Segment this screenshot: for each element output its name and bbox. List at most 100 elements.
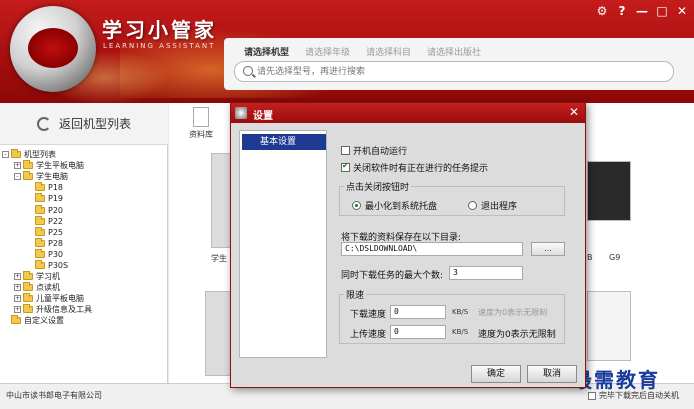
tree-item[interactable]: P25 — [2, 226, 92, 238]
download-speed-hint: 速度为0表示无限制 — [478, 308, 548, 317]
expand-icon[interactable]: + — [14, 162, 21, 170]
device-label: B — [587, 253, 593, 262]
tree-item[interactable]: + 点读机 — [2, 282, 92, 293]
tree-item[interactable]: P30 — [2, 248, 92, 260]
tree-item-label: P25 — [48, 227, 64, 237]
back-button-label: 返回机型列表 — [58, 117, 131, 131]
tree-item[interactable]: + 学生平板电脑 — [2, 160, 92, 171]
upload-speed-hint: 速度为0表示无限制 — [478, 330, 556, 340]
tree-item-label: 学生电脑 — [36, 172, 68, 182]
tree-item[interactable]: + 学习机 — [2, 271, 92, 282]
folder-icon — [11, 149, 21, 159]
collapse-icon[interactable]: - — [14, 173, 21, 181]
refresh-icon — [36, 116, 51, 131]
back-to-model-list-button[interactable]: 返回机型列表 — [0, 103, 168, 145]
tree-item-label: 自定义设置 — [24, 316, 64, 326]
close-prompt-checkbox[interactable] — [341, 161, 350, 172]
download-speed-label: 下载速度 — [350, 310, 387, 320]
upload-speed-unit: KB/S — [452, 328, 469, 336]
tree-item[interactable]: - 机型列表 — [2, 149, 92, 160]
tree-item[interactable]: - 学生电脑 — [2, 171, 92, 182]
maximize-icon[interactable]: □ — [656, 4, 668, 18]
dialog-close-icon[interactable]: ✕ — [569, 105, 579, 119]
autostart-option[interactable]: 开机自动运行 — [341, 144, 407, 157]
folder-icon — [35, 204, 45, 214]
cancel-button[interactable]: 取消 — [527, 365, 577, 383]
tree-item[interactable]: P30S — [2, 259, 92, 271]
app-icon — [235, 107, 247, 119]
document-icon — [193, 107, 209, 127]
tree-item[interactable]: 自定义设置 — [2, 315, 92, 326]
folder-icon — [23, 171, 33, 181]
browse-button[interactable]: ... — [531, 242, 565, 256]
autostart-checkbox[interactable] — [341, 146, 350, 155]
search-panel: 请选择机型 请选择年级 请选择科目 请选择出版社 — [224, 38, 694, 90]
settings-content: 开机自动运行 关闭软件时有正在进行的任务提示 点击关闭按钮时 最小化到系统托盘 … — [335, 128, 577, 360]
tree-item-label: 机型列表 — [24, 150, 56, 160]
folder-icon — [23, 282, 33, 292]
search-box[interactable] — [234, 61, 674, 82]
device-thumbnail[interactable] — [205, 291, 231, 376]
radio-exit[interactable] — [468, 201, 477, 210]
nav-basic-settings[interactable]: 基本设置 — [242, 134, 326, 150]
filter-tabs: 请选择机型 请选择年级 请选择科目 请选择出版社 — [244, 45, 481, 58]
device-thumbnail[interactable] — [211, 153, 231, 248]
settings-dialog: 设置 ✕ 基本设置 开机自动运行 关闭软件时有正在进行的任务提示 点击关闭按钮时… — [230, 102, 586, 388]
radio-exit-label: 退出程序 — [481, 202, 518, 212]
tree-item[interactable]: P19 — [2, 193, 92, 204]
tree-item[interactable]: P28 — [2, 237, 92, 249]
app-subtitle: LEARNING ASSISTANT — [103, 42, 216, 50]
folder-icon — [35, 193, 45, 203]
tab-grade[interactable]: 请选择年级 — [305, 45, 350, 58]
minimize-icon[interactable]: — — [636, 4, 648, 18]
folder-icon — [35, 215, 45, 225]
device-label: G9 — [609, 253, 621, 262]
tree-item[interactable]: P18 — [2, 182, 92, 193]
folder-icon — [11, 315, 21, 325]
settings-gear-icon[interactable]: ⚙ — [596, 4, 608, 18]
radio-minimize[interactable] — [352, 201, 361, 210]
device-thumbnail[interactable] — [587, 291, 631, 361]
download-speed-unit: KB/S — [452, 308, 469, 316]
expand-icon[interactable]: + — [14, 295, 21, 303]
close-prompt-option[interactable]: 关闭软件时有正在进行的任务提示 — [341, 161, 488, 174]
tab-subject[interactable]: 请选择科目 — [366, 45, 411, 58]
collapse-icon[interactable]: - — [2, 151, 9, 159]
tree-item-label: 学习机 — [36, 272, 60, 282]
sidebar: 返回机型列表 - 机型列表 + 学生平板电脑 - 学生电脑 P18 P19 P20 P22 P25 P… — [0, 103, 168, 383]
tree-item[interactable]: P22 — [2, 215, 92, 227]
close-action-group: 点击关闭按钮时 最小化到系统托盘 退出程序 — [339, 180, 565, 216]
tab-publisher[interactable]: 请选择出版社 — [427, 45, 481, 58]
app-header: 学习小管家 LEARNING ASSISTANT ⚙ ? — □ ✕ 请选择机型… — [0, 0, 694, 103]
dialog-title: 设置 — [253, 111, 273, 122]
tree-item-label: 升级信息及工具 — [36, 305, 92, 315]
max-tasks-label: 同时下载任务的最大个数: — [341, 271, 444, 281]
close-action-group-label: 点击关闭按钮时 — [344, 180, 412, 193]
search-input[interactable] — [257, 65, 657, 79]
save-dir-input[interactable]: C:\DSLDOWNLOAD\ — [341, 242, 523, 256]
radio-minimize-option[interactable]: 最小化到系统托盘 — [352, 199, 437, 212]
tree-item[interactable]: + 儿童平板电脑 — [2, 293, 92, 304]
max-tasks-input[interactable]: 3 — [449, 266, 523, 280]
expand-icon[interactable]: + — [14, 273, 21, 281]
radio-exit-option[interactable]: 退出程序 — [468, 199, 517, 212]
help-icon[interactable]: ? — [616, 4, 628, 18]
expand-icon[interactable]: + — [14, 306, 21, 314]
tree-item[interactable]: P20 — [2, 204, 92, 215]
upload-speed-label: 上传速度 — [350, 330, 387, 340]
doc-library-button[interactable]: 资料库 — [181, 107, 221, 140]
close-prompt-label: 关闭软件时有正在进行的任务提示 — [353, 164, 489, 174]
doc-library-label: 资料库 — [189, 130, 213, 139]
dialog-titlebar[interactable]: 设置 ✕ — [231, 103, 585, 123]
tab-model[interactable]: 请选择机型 — [244, 45, 289, 58]
upload-speed-input[interactable]: 0 — [390, 325, 446, 339]
window-controls: ⚙ ? — □ ✕ — [596, 4, 688, 18]
device-thumbnail[interactable] — [587, 161, 631, 221]
folder-icon — [35, 226, 45, 236]
ok-button[interactable]: 确定 — [471, 365, 521, 383]
tree-item[interactable]: + 升级信息及工具 — [2, 304, 92, 315]
download-speed-input[interactable]: 0 — [390, 305, 446, 319]
model-tree: - 机型列表 + 学生平板电脑 - 学生电脑 P18 P19 P20 P22 P25 P28 P30 P3… — [2, 149, 92, 327]
expand-icon[interactable]: + — [14, 284, 21, 292]
close-icon[interactable]: ✕ — [676, 4, 688, 18]
